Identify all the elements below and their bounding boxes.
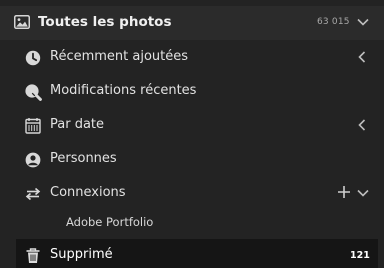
calendar-icon <box>24 117 42 135</box>
all-photos-header[interactable]: Toutes les photos 63 015 <box>0 6 384 40</box>
connection-item-adobe-portfolio[interactable]: Adobe Portfolio <box>0 206 384 240</box>
sidebar-item-label: Modifications récentes <box>50 83 197 98</box>
chevron-down-icon[interactable] <box>357 189 369 197</box>
trash-icon <box>24 247 42 265</box>
sidebar-item-people[interactable]: Personnes <box>0 143 384 177</box>
add-connection-icon[interactable] <box>337 185 351 199</box>
photo-library-icon <box>14 15 30 29</box>
all-photos-title: Toutes les photos <box>38 14 172 30</box>
sidebar-item-label: Par date <box>50 117 105 132</box>
sidebar-item-label: Récemment ajoutées <box>50 49 189 64</box>
sidebar-item-recent-edits[interactable]: Modifications récentes <box>0 75 384 109</box>
edit-tag-icon <box>24 83 42 101</box>
sidebar-item-recently-added[interactable]: Récemment ajoutées <box>0 41 384 75</box>
sidebar-item-deleted[interactable]: Supprimé 121 <box>16 239 378 268</box>
chevron-down-icon[interactable] <box>357 18 369 26</box>
library-panel: Toutes les photos 63 015 Récemment ajout… <box>0 0 384 268</box>
sidebar-item-by-date[interactable]: Par date <box>0 109 384 143</box>
sidebar-item-label: Connexions <box>50 185 126 200</box>
sidebar-item-label: Supprimé <box>50 247 113 262</box>
person-icon <box>24 151 42 169</box>
deleted-count: 121 <box>350 250 370 261</box>
clock-icon <box>24 49 42 67</box>
sidebar-item-label: Personnes <box>50 151 117 166</box>
arrows-exchange-icon <box>24 185 42 203</box>
chevron-left-icon[interactable] <box>358 51 366 63</box>
all-photos-count: 63 015 <box>317 17 350 27</box>
connection-label: Adobe Portfolio <box>66 215 154 229</box>
chevron-left-icon[interactable] <box>358 119 366 131</box>
